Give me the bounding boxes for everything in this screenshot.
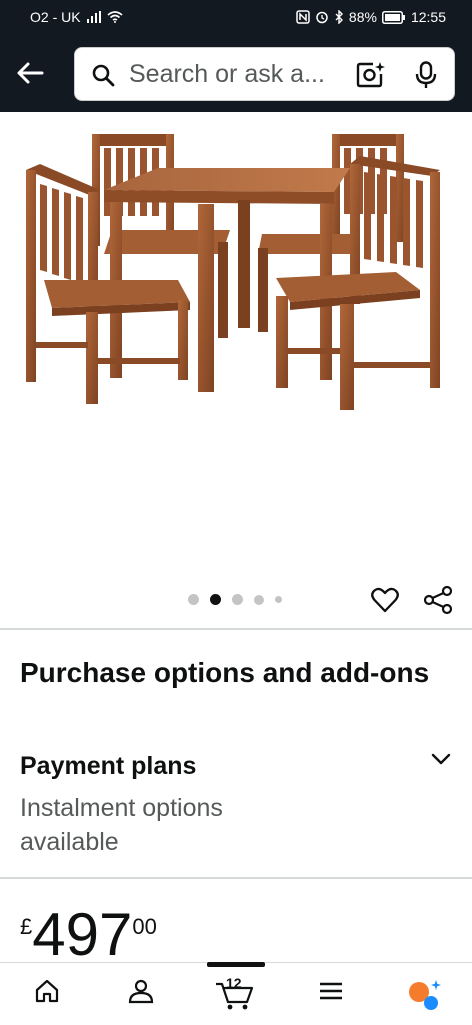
back-arrow-icon[interactable] — [14, 57, 46, 89]
carousel-dot[interactable] — [210, 594, 221, 605]
search-input[interactable]: Search or ask a... — [74, 47, 455, 101]
share-icon[interactable] — [423, 585, 453, 615]
alarm-icon — [316, 11, 328, 24]
header-bar: Search or ask a... — [0, 36, 472, 112]
cart-count-badge: 12 — [226, 975, 242, 991]
price: £ 497 00 — [20, 900, 157, 970]
carrier-label: O2 - UK — [30, 9, 81, 25]
payment-plans-title[interactable]: Payment plans — [20, 752, 196, 781]
bottom-nav — [0, 962, 472, 1025]
divider — [0, 877, 472, 879]
carousel-dot[interactable] — [232, 594, 243, 605]
carousel-dot[interactable] — [188, 594, 199, 605]
status-bar: O2 - UK 88% 12:55 — [0, 0, 472, 36]
bluetooth-icon — [335, 10, 343, 24]
chevron-down-icon[interactable] — [430, 748, 452, 770]
price-fraction: 00 — [132, 914, 157, 939]
account-icon[interactable] — [128, 978, 154, 1004]
wifi-icon — [107, 11, 123, 23]
menu-icon[interactable] — [318, 978, 344, 1004]
price-whole: 497 — [32, 901, 133, 968]
active-tab-indicator — [207, 962, 265, 967]
product-image[interactable] — [0, 112, 472, 592]
status-right: 88% 12:55 — [296, 9, 446, 25]
carousel-dot[interactable] — [275, 596, 282, 603]
carousel-dot[interactable] — [254, 594, 264, 605]
signal-icon — [86, 11, 101, 23]
camera-lens-icon[interactable] — [356, 61, 386, 89]
battery-icon — [381, 10, 405, 24]
battery-percent: 88% — [348, 9, 377, 25]
assistant-icon[interactable] — [406, 978, 442, 1012]
clock: 12:55 — [410, 9, 446, 25]
nfc-icon — [296, 10, 310, 24]
heart-icon[interactable] — [370, 585, 400, 615]
divider — [0, 628, 472, 630]
purchase-options-heading: Purchase options and add-ons — [20, 657, 430, 688]
image-carousel-dots — [188, 594, 282, 605]
payment-plans-subtitle: Instalment options available — [20, 794, 223, 856]
search-icon — [92, 64, 115, 87]
price-currency: £ — [20, 914, 33, 939]
search-placeholder: Search or ask a... — [129, 60, 325, 88]
status-left: O2 - UK — [30, 9, 123, 25]
microphone-icon[interactable] — [415, 61, 437, 89]
home-icon[interactable] — [34, 978, 60, 1004]
